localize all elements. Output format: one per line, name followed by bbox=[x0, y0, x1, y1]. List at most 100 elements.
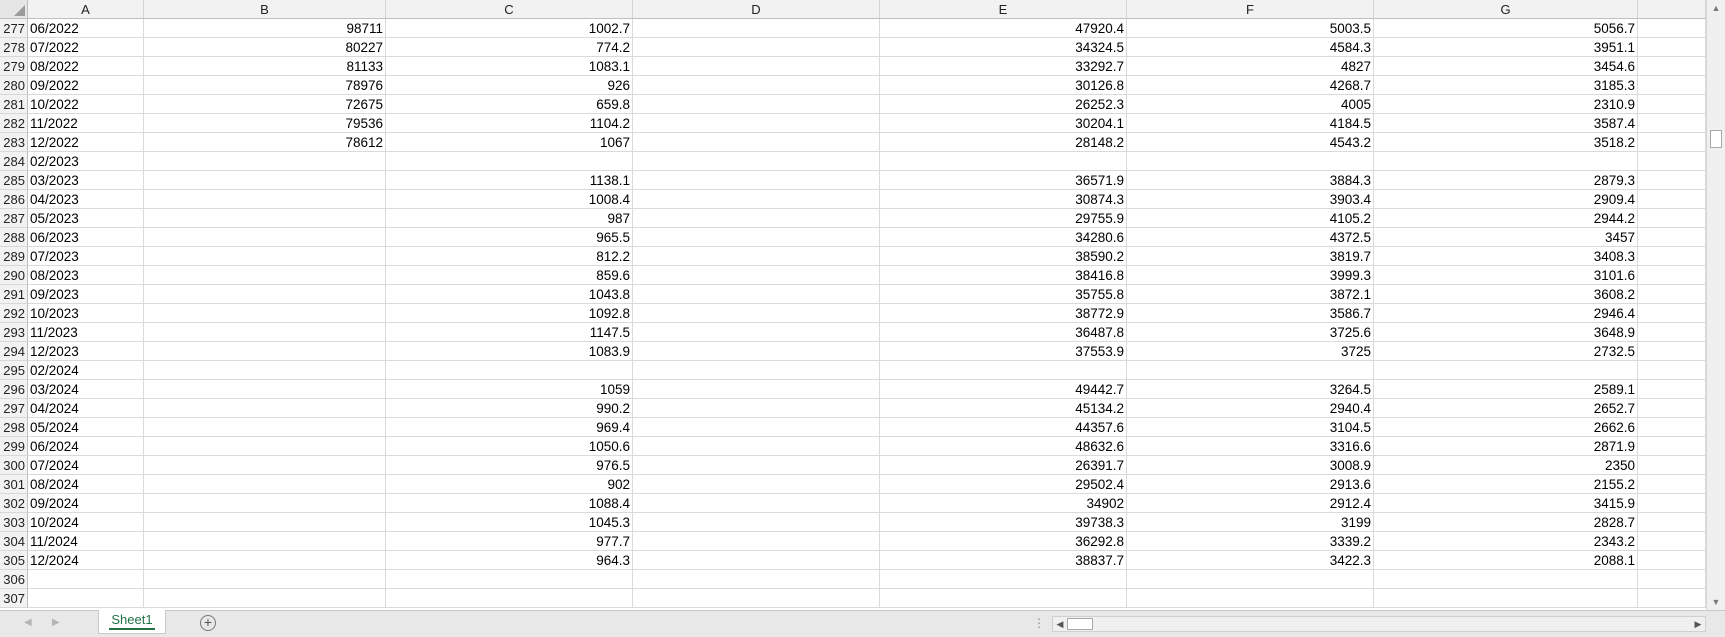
cell-f[interactable]: 3872.1 bbox=[1127, 285, 1374, 304]
cell-e[interactable]: 45134.2 bbox=[880, 399, 1127, 418]
cell-d[interactable] bbox=[633, 209, 880, 228]
cell-g[interactable]: 3587.4 bbox=[1374, 114, 1638, 133]
cell-d[interactable] bbox=[633, 532, 880, 551]
scroll-up-icon[interactable]: ▲ bbox=[1707, 0, 1725, 16]
cell-f[interactable]: 3884.3 bbox=[1127, 171, 1374, 190]
cell-g[interactable]: 2350 bbox=[1374, 456, 1638, 475]
cell-e[interactable] bbox=[880, 152, 1127, 171]
cell-b[interactable] bbox=[144, 456, 386, 475]
cell-f[interactable]: 3422.3 bbox=[1127, 551, 1374, 570]
cell-g[interactable]: 2310.9 bbox=[1374, 95, 1638, 114]
cell-b[interactable] bbox=[144, 171, 386, 190]
cell-f[interactable]: 3104.5 bbox=[1127, 418, 1374, 437]
plus-circle-icon[interactable]: + bbox=[200, 615, 216, 631]
next-sheet-icon[interactable]: ▶ bbox=[52, 617, 60, 628]
row-number[interactable]: 287 bbox=[0, 209, 28, 228]
row-number[interactable]: 293 bbox=[0, 323, 28, 342]
cell-f[interactable]: 4827 bbox=[1127, 57, 1374, 76]
cell-blank[interactable] bbox=[1638, 361, 1706, 380]
cell-e[interactable]: 47920.4 bbox=[880, 19, 1127, 38]
horizontal-scroll-thumb[interactable] bbox=[1067, 618, 1093, 630]
cell-d[interactable] bbox=[633, 19, 880, 38]
cell-g[interactable]: 3101.6 bbox=[1374, 266, 1638, 285]
spreadsheet-grid[interactable]: ABCDEFG 277 06/2022 98711 1002.7 47920.4 5003… bbox=[0, 0, 1706, 610]
cell-g[interactable]: 2652.7 bbox=[1374, 399, 1638, 418]
row-number[interactable]: 277 bbox=[0, 19, 28, 38]
cell-blank[interactable] bbox=[1638, 456, 1706, 475]
cell-e[interactable]: 38837.7 bbox=[880, 551, 1127, 570]
cell-b[interactable] bbox=[144, 380, 386, 399]
row-number[interactable]: 288 bbox=[0, 228, 28, 247]
cell-g[interactable]: 2828.7 bbox=[1374, 513, 1638, 532]
cell-c[interactable] bbox=[386, 152, 633, 171]
column-header-g[interactable]: G bbox=[1374, 0, 1638, 18]
cell-b[interactable] bbox=[144, 399, 386, 418]
cell-a[interactable]: 11/2023 bbox=[28, 323, 144, 342]
cell-f[interactable]: 3008.9 bbox=[1127, 456, 1374, 475]
cell-b[interactable] bbox=[144, 190, 386, 209]
column-header-a[interactable]: A bbox=[28, 0, 144, 18]
cell-d[interactable] bbox=[633, 247, 880, 266]
cell-f[interactable]: 3264.5 bbox=[1127, 380, 1374, 399]
cell-d[interactable] bbox=[633, 152, 880, 171]
cell-c[interactable]: 1043.8 bbox=[386, 285, 633, 304]
cell-g[interactable] bbox=[1374, 570, 1638, 589]
cell-e[interactable] bbox=[880, 361, 1127, 380]
cell-b[interactable]: 78976 bbox=[144, 76, 386, 95]
cell-a[interactable] bbox=[28, 589, 144, 608]
cell-e[interactable]: 38416.8 bbox=[880, 266, 1127, 285]
cell-e[interactable]: 33292.7 bbox=[880, 57, 1127, 76]
cell-blank[interactable] bbox=[1638, 513, 1706, 532]
row-number[interactable]: 302 bbox=[0, 494, 28, 513]
cell-e[interactable]: 36292.8 bbox=[880, 532, 1127, 551]
cell-blank[interactable] bbox=[1638, 475, 1706, 494]
cell-g[interactable]: 2909.4 bbox=[1374, 190, 1638, 209]
cell-c[interactable]: 1092.8 bbox=[386, 304, 633, 323]
cell-a[interactable]: 04/2024 bbox=[28, 399, 144, 418]
row-number[interactable]: 279 bbox=[0, 57, 28, 76]
cell-a[interactable]: 06/2024 bbox=[28, 437, 144, 456]
cell-f[interactable]: 4268.7 bbox=[1127, 76, 1374, 95]
row-number[interactable]: 294 bbox=[0, 342, 28, 361]
cell-d[interactable] bbox=[633, 228, 880, 247]
cell-e[interactable]: 26391.7 bbox=[880, 456, 1127, 475]
cell-f[interactable]: 4372.5 bbox=[1127, 228, 1374, 247]
cell-c[interactable]: 1045.3 bbox=[386, 513, 633, 532]
prev-sheet-icon[interactable]: ◀ bbox=[24, 617, 32, 628]
cell-c[interactable]: 976.5 bbox=[386, 456, 633, 475]
cell-f[interactable]: 2912.4 bbox=[1127, 494, 1374, 513]
cell-blank[interactable] bbox=[1638, 494, 1706, 513]
cell-f[interactable]: 4584.3 bbox=[1127, 38, 1374, 57]
cell-b[interactable]: 98711 bbox=[144, 19, 386, 38]
cell-a[interactable]: 08/2022 bbox=[28, 57, 144, 76]
cell-g[interactable]: 3457 bbox=[1374, 228, 1638, 247]
cell-g[interactable]: 2343.2 bbox=[1374, 532, 1638, 551]
cell-g[interactable]: 3951.1 bbox=[1374, 38, 1638, 57]
cell-a[interactable]: 05/2024 bbox=[28, 418, 144, 437]
row-number[interactable]: 303 bbox=[0, 513, 28, 532]
vertical-scroll-thumb[interactable] bbox=[1710, 130, 1722, 148]
cell-e[interactable]: 38590.2 bbox=[880, 247, 1127, 266]
vertical-scrollbar[interactable]: ▲ ▼ bbox=[1706, 0, 1725, 610]
cell-f[interactable]: 3316.6 bbox=[1127, 437, 1374, 456]
cell-b[interactable] bbox=[144, 228, 386, 247]
cell-c[interactable]: 1138.1 bbox=[386, 171, 633, 190]
cell-a[interactable]: 08/2023 bbox=[28, 266, 144, 285]
row-number[interactable]: 278 bbox=[0, 38, 28, 57]
cell-b[interactable] bbox=[144, 247, 386, 266]
cell-d[interactable] bbox=[633, 475, 880, 494]
cell-d[interactable] bbox=[633, 418, 880, 437]
cell-c[interactable]: 902 bbox=[386, 475, 633, 494]
cell-c[interactable]: 990.2 bbox=[386, 399, 633, 418]
cell-g[interactable]: 2589.1 bbox=[1374, 380, 1638, 399]
cell-f[interactable]: 2913.6 bbox=[1127, 475, 1374, 494]
cell-blank[interactable] bbox=[1638, 570, 1706, 589]
row-number[interactable]: 285 bbox=[0, 171, 28, 190]
cell-blank[interactable] bbox=[1638, 114, 1706, 133]
cell-blank[interactable] bbox=[1638, 285, 1706, 304]
row-number[interactable]: 280 bbox=[0, 76, 28, 95]
cell-blank[interactable] bbox=[1638, 380, 1706, 399]
cell-a[interactable]: 12/2022 bbox=[28, 133, 144, 152]
row-number[interactable]: 299 bbox=[0, 437, 28, 456]
select-all-button[interactable] bbox=[0, 0, 28, 18]
